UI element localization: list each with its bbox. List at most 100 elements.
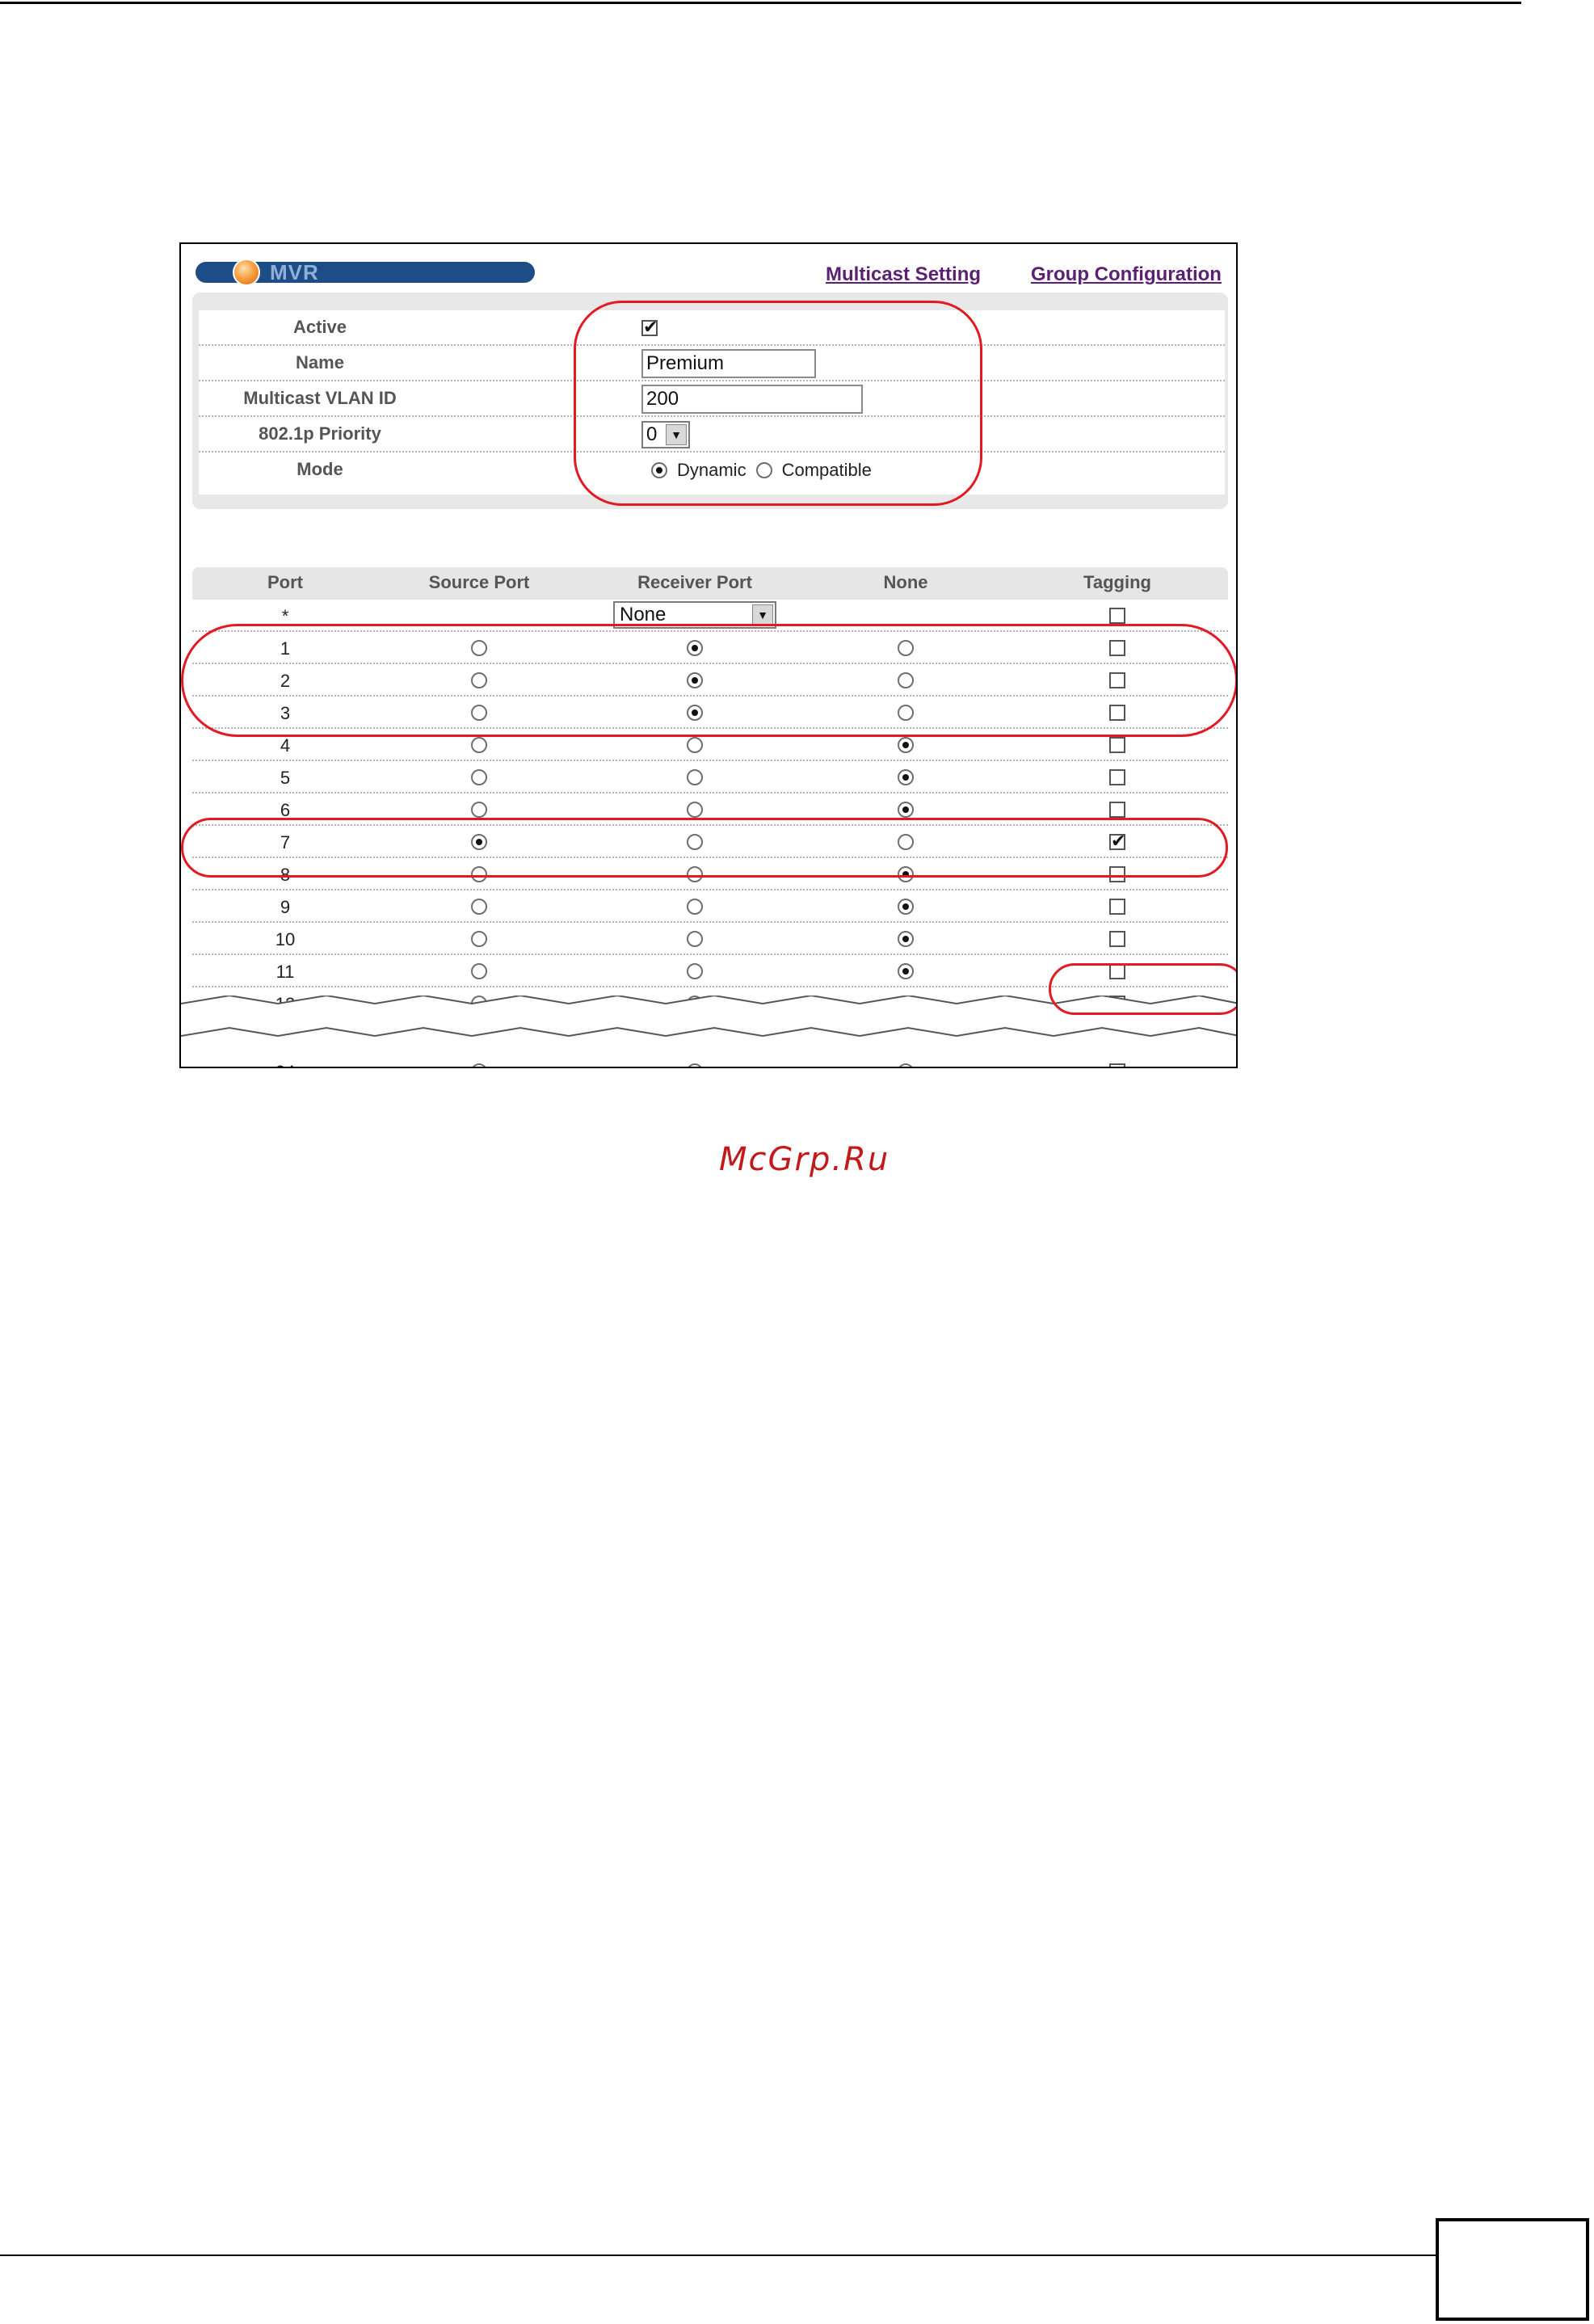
mvr-settings-panel: Active Name Premium Multicast VLAN ID 20… bbox=[192, 293, 1228, 509]
group-configuration-link[interactable]: Group Configuration bbox=[1031, 263, 1222, 286]
none-port-radio[interactable] bbox=[898, 931, 914, 947]
tagging-checkbox[interactable] bbox=[1109, 769, 1125, 785]
mode-compatible-label: Compatible bbox=[781, 460, 872, 480]
table-row: 5 bbox=[192, 761, 1228, 794]
source-port-radio[interactable] bbox=[471, 672, 487, 688]
col-none: None bbox=[883, 572, 928, 592]
col-source-port: Source Port bbox=[428, 572, 530, 592]
table-row: 9 bbox=[192, 890, 1228, 923]
none-port-radio[interactable] bbox=[898, 834, 914, 850]
receiver-port-radio[interactable] bbox=[687, 899, 703, 915]
table-row: 3 bbox=[192, 697, 1228, 729]
receiver-port-radio[interactable] bbox=[687, 834, 703, 850]
tagging-checkbox[interactable] bbox=[1109, 831, 1125, 852]
port-label: 7 bbox=[280, 832, 291, 853]
source-port-radio[interactable] bbox=[471, 705, 487, 721]
receiver-port-radio[interactable] bbox=[687, 802, 703, 818]
chevron-down-icon: ▼ bbox=[666, 424, 687, 445]
tagging-checkbox[interactable] bbox=[1109, 640, 1125, 656]
receiver-port-radio[interactable] bbox=[687, 672, 703, 688]
page-break-zigzag bbox=[181, 996, 1236, 1038]
name-row: Name Premium bbox=[199, 346, 1225, 381]
bottom-rule bbox=[0, 2255, 1436, 2256]
mode-dynamic-label: Dynamic bbox=[677, 460, 747, 480]
table-row: 11 bbox=[192, 955, 1228, 987]
none-port-radio[interactable] bbox=[898, 899, 914, 915]
watermark: McGrp.Ru bbox=[719, 1141, 890, 1178]
title-bar: MVR bbox=[196, 259, 535, 286]
receiver-port-radio[interactable] bbox=[687, 866, 703, 882]
receiver-port-radio[interactable] bbox=[687, 705, 703, 721]
receiver-port-radio[interactable] bbox=[687, 931, 703, 947]
table-row-last: 24 bbox=[192, 1055, 1228, 1067]
port-label: 10 bbox=[275, 929, 296, 949]
table-row: 6 bbox=[192, 794, 1228, 826]
tagging-checkbox[interactable] bbox=[1109, 672, 1125, 688]
tagging-all-checkbox[interactable] bbox=[1109, 608, 1125, 624]
port-label: 1 bbox=[280, 638, 291, 659]
name-input[interactable]: Premium bbox=[641, 349, 816, 378]
source-port-radio[interactable] bbox=[471, 963, 487, 979]
top-rule bbox=[0, 2, 1521, 4]
none-port-radio[interactable] bbox=[898, 769, 914, 785]
source-port-radio[interactable] bbox=[471, 737, 487, 753]
table-row: 7 bbox=[192, 826, 1228, 858]
col-receiver-port: Receiver Port bbox=[637, 572, 752, 592]
port-label: 6 bbox=[280, 800, 291, 820]
source-port-radio[interactable] bbox=[471, 931, 487, 947]
active-checkbox[interactable] bbox=[641, 317, 658, 338]
source-port-radio[interactable] bbox=[471, 834, 487, 850]
multicast-setting-link[interactable]: Multicast Setting bbox=[826, 263, 981, 286]
tagging-checkbox[interactable] bbox=[1109, 802, 1125, 818]
tagging-checkbox[interactable] bbox=[1109, 737, 1125, 753]
receiver-port-radio[interactable] bbox=[687, 640, 703, 656]
mode-row: Mode Dynamic Compatible bbox=[199, 453, 1225, 488]
none-port-radio[interactable] bbox=[898, 705, 914, 721]
priority-select[interactable]: 0 ▼ bbox=[641, 421, 690, 448]
receiver-all-value: None bbox=[620, 604, 667, 625]
receiver-port-radio[interactable] bbox=[687, 1063, 703, 1067]
none-port-radio[interactable] bbox=[898, 640, 914, 656]
orb-icon bbox=[233, 259, 260, 286]
none-port-radio[interactable] bbox=[898, 802, 914, 818]
table-row: 1 bbox=[192, 632, 1228, 664]
tagging-checkbox[interactable] bbox=[1109, 899, 1125, 915]
receiver-port-radio[interactable] bbox=[687, 737, 703, 753]
name-label: Name bbox=[296, 352, 344, 373]
none-port-radio[interactable] bbox=[898, 672, 914, 688]
mode-compatible-radio[interactable] bbox=[755, 462, 772, 478]
tagging-checkbox[interactable] bbox=[1109, 705, 1125, 721]
port-label: 8 bbox=[280, 865, 291, 885]
source-port-radio[interactable] bbox=[471, 899, 487, 915]
port-label: 24 bbox=[275, 1062, 295, 1067]
none-port-radio[interactable] bbox=[898, 1063, 914, 1067]
table-row: 2 bbox=[192, 664, 1228, 697]
mvr-screenshot-frame: MVR Multicast Setting Group Configuratio… bbox=[179, 242, 1238, 1068]
receiver-port-radio[interactable] bbox=[687, 963, 703, 979]
mode-dynamic-radio[interactable] bbox=[651, 462, 667, 478]
priority-value: 0 bbox=[646, 423, 658, 445]
vlan-label: Multicast VLAN ID bbox=[243, 388, 397, 408]
active-row: Active bbox=[199, 310, 1225, 346]
page-number-box bbox=[1436, 2218, 1589, 2321]
tagging-checkbox[interactable] bbox=[1109, 931, 1125, 947]
source-port-radio[interactable] bbox=[471, 769, 487, 785]
source-port-radio[interactable] bbox=[471, 802, 487, 818]
source-port-radio[interactable] bbox=[471, 640, 487, 656]
tagging-checkbox[interactable] bbox=[1109, 963, 1125, 979]
active-label: Active bbox=[292, 317, 347, 337]
priority-label: 802.1p Priority bbox=[259, 423, 381, 444]
source-port-radio[interactable] bbox=[471, 1063, 487, 1067]
receiver-all-select[interactable]: None ▼ bbox=[613, 601, 776, 629]
tagging-checkbox[interactable] bbox=[1109, 1063, 1125, 1067]
receiver-port-radio[interactable] bbox=[687, 769, 703, 785]
none-port-radio[interactable] bbox=[898, 963, 914, 979]
vlan-id-input[interactable]: 200 bbox=[641, 385, 863, 414]
col-port: Port bbox=[267, 572, 303, 592]
chevron-down-icon: ▼ bbox=[752, 604, 773, 625]
tagging-checkbox[interactable] bbox=[1109, 866, 1125, 882]
none-port-radio[interactable] bbox=[898, 737, 914, 753]
col-tagging: Tagging bbox=[1083, 572, 1151, 592]
none-port-radio[interactable] bbox=[898, 866, 914, 882]
source-port-radio[interactable] bbox=[471, 866, 487, 882]
